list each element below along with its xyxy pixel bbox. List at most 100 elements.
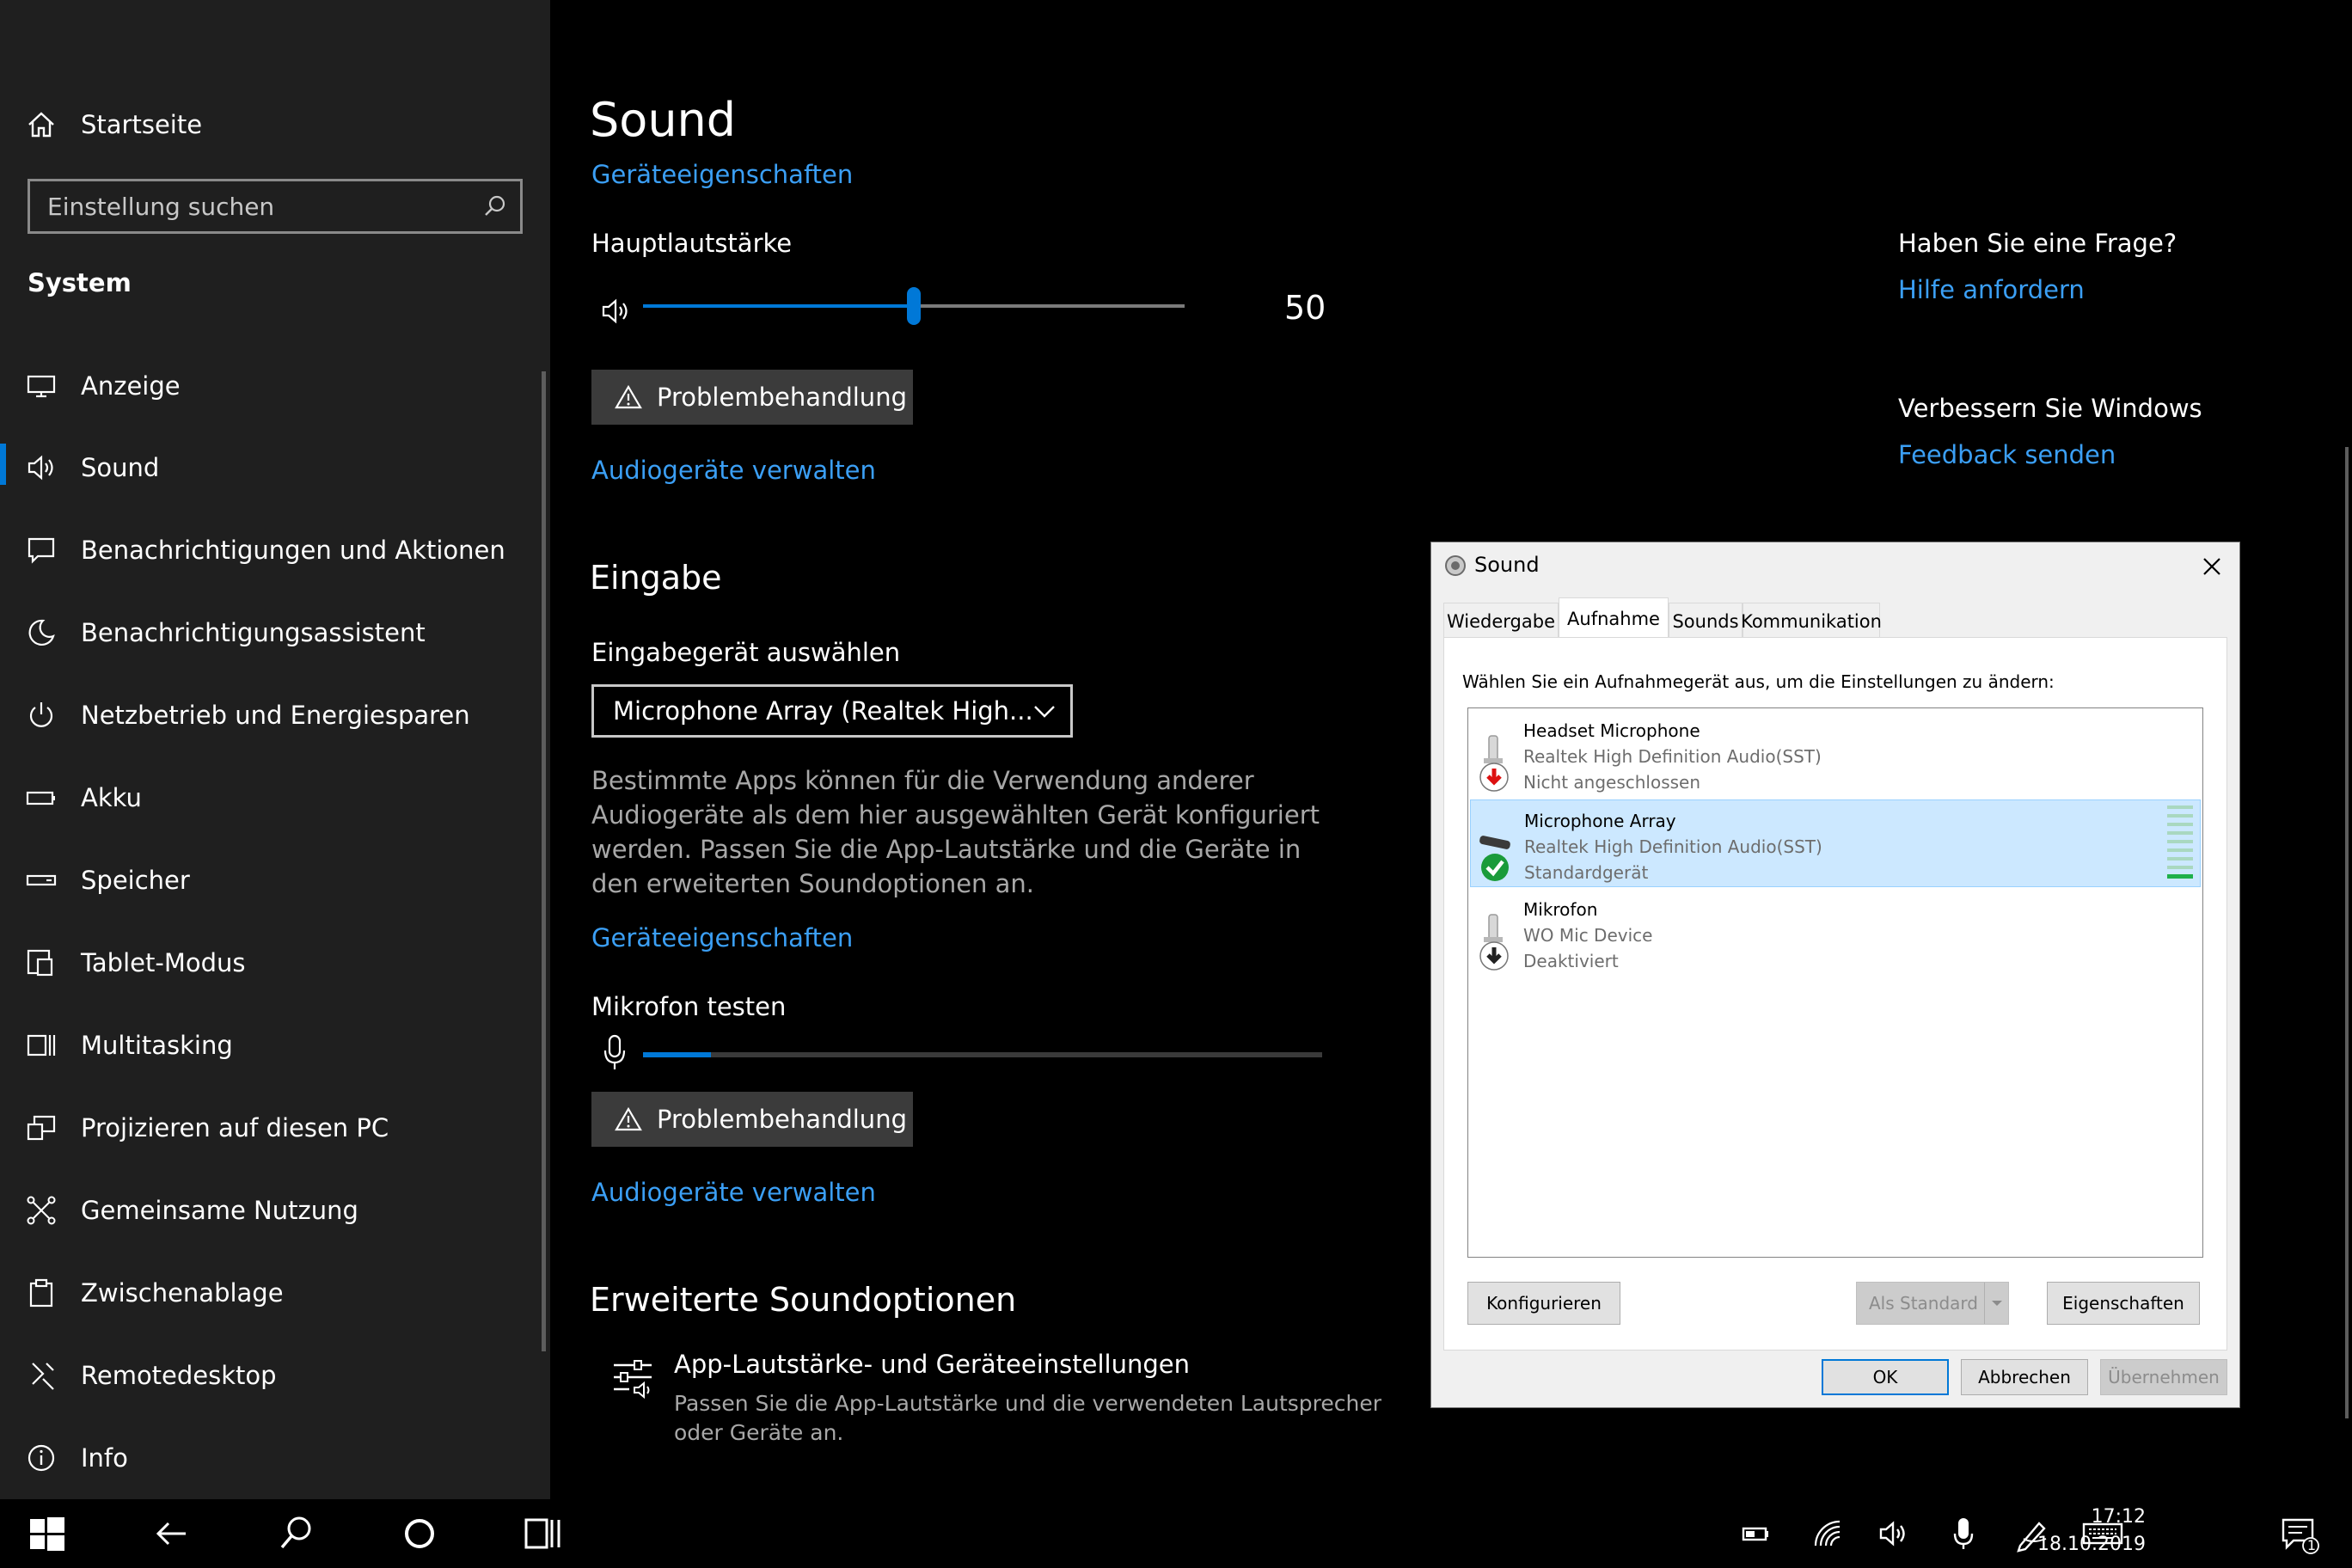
sidebar-item-storage[interactable]: Speicher [0, 850, 533, 910]
taskbar: 17:12 18.10.2019 1 [0, 1499, 2352, 1568]
input-device-dropdown[interactable]: Microphone Array (Realtek High... [591, 684, 1073, 738]
device-name: Headset Microphone [1523, 720, 1700, 741]
feedback-link[interactable]: Feedback senden [1898, 440, 2116, 469]
mic-test-label: Mikrofon testen [591, 992, 787, 1021]
recording-device-list[interactable]: Headset Microphone Realtek High Definiti… [1467, 707, 2203, 1258]
wifi-icon[interactable] [1804, 1510, 1852, 1558]
apply-button[interactable]: Übernehmen [2100, 1359, 2227, 1395]
master-volume-value: 50 [1284, 289, 1326, 327]
set-default-button[interactable]: Als Standard [1856, 1282, 2009, 1325]
sidebar-item-notifications[interactable]: Benachrichtigungen und Aktionen [0, 520, 533, 580]
clock-time[interactable]: 17:12 [2017, 1506, 2146, 1528]
list-item[interactable]: Microphone Array Realtek High Definition… [1470, 799, 2201, 887]
recording-instruction: Wählen Sie ein Aufnahmegerät aus, um die… [1462, 671, 2055, 692]
volume-icon[interactable] [1871, 1510, 1919, 1558]
headset-microphone-disconnected-icon [1479, 735, 1509, 792]
device-status: Deaktiviert [1523, 951, 1619, 971]
battery-icon [26, 791, 55, 805]
sidebar-item-tablet-mode[interactable]: Tablet-Modus [0, 933, 533, 993]
master-volume-slider[interactable] [643, 287, 1185, 325]
app-volume-settings-desc-line1: Passen Sie die App-Lautstärke und die ve… [674, 1391, 1382, 1416]
master-volume-thumb[interactable] [907, 287, 921, 325]
configure-button[interactable]: Konfigurieren [1467, 1282, 1620, 1325]
main-scrollbar[interactable] [2345, 447, 2349, 1418]
microphone-icon[interactable] [1939, 1510, 1988, 1558]
sidebar-item-anzeige[interactable]: Anzeige [0, 356, 533, 416]
app-volume-settings-desc-line2: oder Geräte an. [674, 1420, 844, 1445]
sidebar-home-label: Startseite [81, 110, 203, 139]
clipboard-icon [29, 1278, 53, 1308]
clock-date[interactable]: 18.10.2019 [2017, 1534, 2146, 1555]
device-driver: Realtek High Definition Audio(SST) [1523, 746, 1822, 767]
battery-icon[interactable] [1733, 1510, 1781, 1558]
settings-search-box[interactable] [28, 179, 523, 234]
sidebar-item-label: Benachrichtigungen und Aktionen [81, 536, 505, 565]
input-troubleshoot-button[interactable]: Problembehandlung [591, 1092, 913, 1147]
troubleshoot-button[interactable]: Problembehandlung [591, 370, 913, 425]
advanced-sound-heading: Erweiterte Soundoptionen [590, 1281, 1017, 1319]
device-properties-link[interactable]: Geräteeigenschaften [591, 160, 853, 189]
device-name: Mikrofon [1523, 899, 1598, 920]
sidebar-item-focus-assist[interactable]: Benachrichtigungsassistent [0, 603, 533, 663]
device-status: Nicht angeschlossen [1523, 772, 1701, 793]
improve-windows-heading: Verbessern Sie Windows [1898, 394, 2202, 423]
sidebar-item-about[interactable]: Info [0, 1428, 533, 1488]
warning-icon [615, 384, 642, 409]
back-arrow-icon[interactable] [148, 1510, 196, 1558]
search-icon[interactable] [272, 1510, 320, 1558]
manage-audio-devices-link[interactable]: Audiogeräte verwalten [591, 456, 876, 485]
tab-wiedergabe[interactable]: Wiedergabe [1443, 603, 1559, 639]
speaker-icon[interactable] [598, 296, 633, 327]
set-default-label: Als Standard [1869, 1293, 1979, 1314]
sound-dialog: Sound Wiedergabe Aufnahme Sounds Kommuni… [1430, 542, 2240, 1408]
cortana-icon[interactable] [395, 1510, 444, 1558]
tab-aufnahme[interactable]: Aufnahme [1559, 597, 1669, 639]
input-manage-audio-devices-link[interactable]: Audiogeräte verwalten [591, 1178, 876, 1207]
remote-desktop-icon [32, 1363, 54, 1390]
task-view-icon[interactable] [519, 1510, 567, 1558]
tab-kommunikation[interactable]: Kommunikation [1741, 603, 1882, 639]
set-default-dropdown[interactable] [1984, 1283, 2008, 1324]
troubleshoot-label: Problembehandlung [657, 1105, 907, 1134]
sidebar-item-project[interactable]: Projizieren auf diesen PC [0, 1098, 533, 1158]
sidebar-item-shared-experiences[interactable]: Gemeinsame Nutzung [0, 1180, 533, 1240]
moon-icon [28, 619, 55, 646]
storage-icon [26, 874, 57, 886]
list-item[interactable]: Headset Microphone Realtek High Definiti… [1470, 710, 2201, 798]
dropdown-arrow-icon [1991, 1301, 2002, 1306]
sidebar-section-heading: System [28, 268, 132, 297]
settings-sidebar: Startseite System Anzeige Sound Benachri… [0, 0, 550, 1499]
sidebar-item-label: Sound [81, 453, 160, 482]
project-icon [27, 1115, 56, 1141]
sidebar-home[interactable]: Startseite [0, 95, 533, 155]
windows-start-icon[interactable] [22, 1510, 70, 1558]
get-help-link[interactable]: Hilfe anfordern [1898, 275, 2085, 304]
properties-button[interactable]: Eigenschaften [2047, 1282, 2200, 1325]
input-device-properties-link[interactable]: Geräteeigenschaften [591, 923, 853, 952]
search-input[interactable] [47, 188, 460, 224]
mic-level-fill [643, 1052, 711, 1057]
sidebar-item-multitasking[interactable]: Multitasking [0, 1015, 533, 1075]
sidebar-item-power[interactable]: Netzbetrieb und Energiesparen [0, 685, 533, 745]
tab-sounds[interactable]: Sounds [1669, 603, 1743, 639]
notification-count-badge: 1 [2306, 1537, 2317, 1553]
chevron-down-icon [1034, 706, 1055, 718]
multitasking-icon [27, 1034, 56, 1057]
sidebar-item-battery[interactable]: Akku [0, 768, 533, 828]
app-volume-settings-item[interactable]: App-Lautstärke- und Geräteeinstellungen … [602, 1350, 1381, 1453]
microphone-icon [603, 1034, 626, 1069]
sidebar-item-remote-desktop[interactable]: Remotedesktop [0, 1345, 533, 1406]
sidebar-item-sound[interactable]: Sound [0, 438, 533, 498]
page-title: Sound [590, 93, 737, 147]
search-icon[interactable] [482, 193, 508, 219]
cancel-button[interactable]: Abbrechen [1961, 1359, 2088, 1395]
ok-button[interactable]: OK [1822, 1359, 1949, 1395]
close-icon[interactable] [2202, 556, 2222, 577]
device-name: Microphone Array [1524, 811, 1676, 831]
home-icon [28, 112, 54, 138]
list-item[interactable]: Mikrofon WO Mic Device Deaktiviert [1470, 889, 2201, 977]
sidebar-scrollbar[interactable] [542, 371, 546, 1351]
sidebar-item-clipboard[interactable]: Zwischenablage [0, 1263, 533, 1323]
device-level-meter [2167, 805, 2193, 881]
tablet-mode-icon [27, 949, 53, 977]
